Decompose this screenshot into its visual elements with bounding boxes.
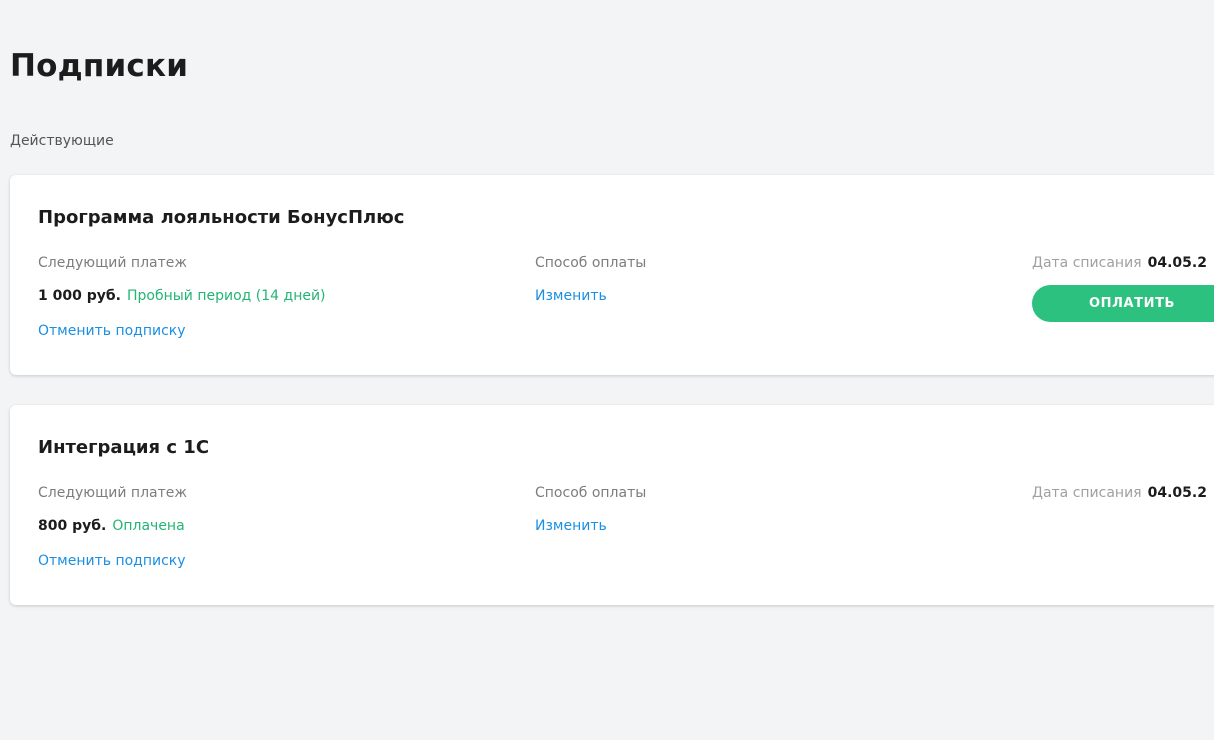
charge-date: Дата списания 04.05.2 [1032,485,1207,501]
payment-method-label: Способ оплаты [535,485,647,501]
payment-amount: 1 000 руб. [38,288,121,304]
payment-amount-row: 800 руб. Оплачена [38,518,185,534]
status-badge: Оплачена [112,518,185,534]
charge-date: Дата списания 04.05.2 [1032,255,1207,271]
subscription-title: Программа лояльности БонусПлюс [38,207,405,228]
pay-button[interactable]: ОПЛАТИТЬ [1032,285,1214,322]
page-title: Подписки [10,48,189,84]
change-payment-method-link[interactable]: Изменить [535,288,607,304]
subscription-card: Программа лояльности БонусПлюс Следующий… [10,175,1214,375]
charge-date-value: 04.05.2 [1147,485,1207,501]
payment-method-label: Способ оплаты [535,255,647,271]
change-payment-method-link[interactable]: Изменить [535,518,607,534]
charge-date-label: Дата списания [1032,485,1142,501]
payment-amount: 800 руб. [38,518,107,534]
payment-amount-row: 1 000 руб. Пробный период (14 дней) [38,288,326,304]
cancel-subscription-link[interactable]: Отменить подписку [38,323,186,339]
section-label-active: Действующие [10,133,114,149]
cancel-subscription-link[interactable]: Отменить подписку [38,553,186,569]
subscription-card: Интеграция с 1С Следующий платеж Способ … [10,405,1214,605]
charge-date-value: 04.05.2 [1147,255,1207,271]
charge-date-label: Дата списания [1032,255,1142,271]
status-badge: Пробный период (14 дней) [126,288,326,304]
subscriptions-page: Подписки Действующие Программа лояльност… [0,0,1214,740]
next-payment-label: Следующий платеж [38,255,187,271]
subscription-title: Интеграция с 1С [38,437,210,458]
next-payment-label: Следующий платеж [38,485,187,501]
